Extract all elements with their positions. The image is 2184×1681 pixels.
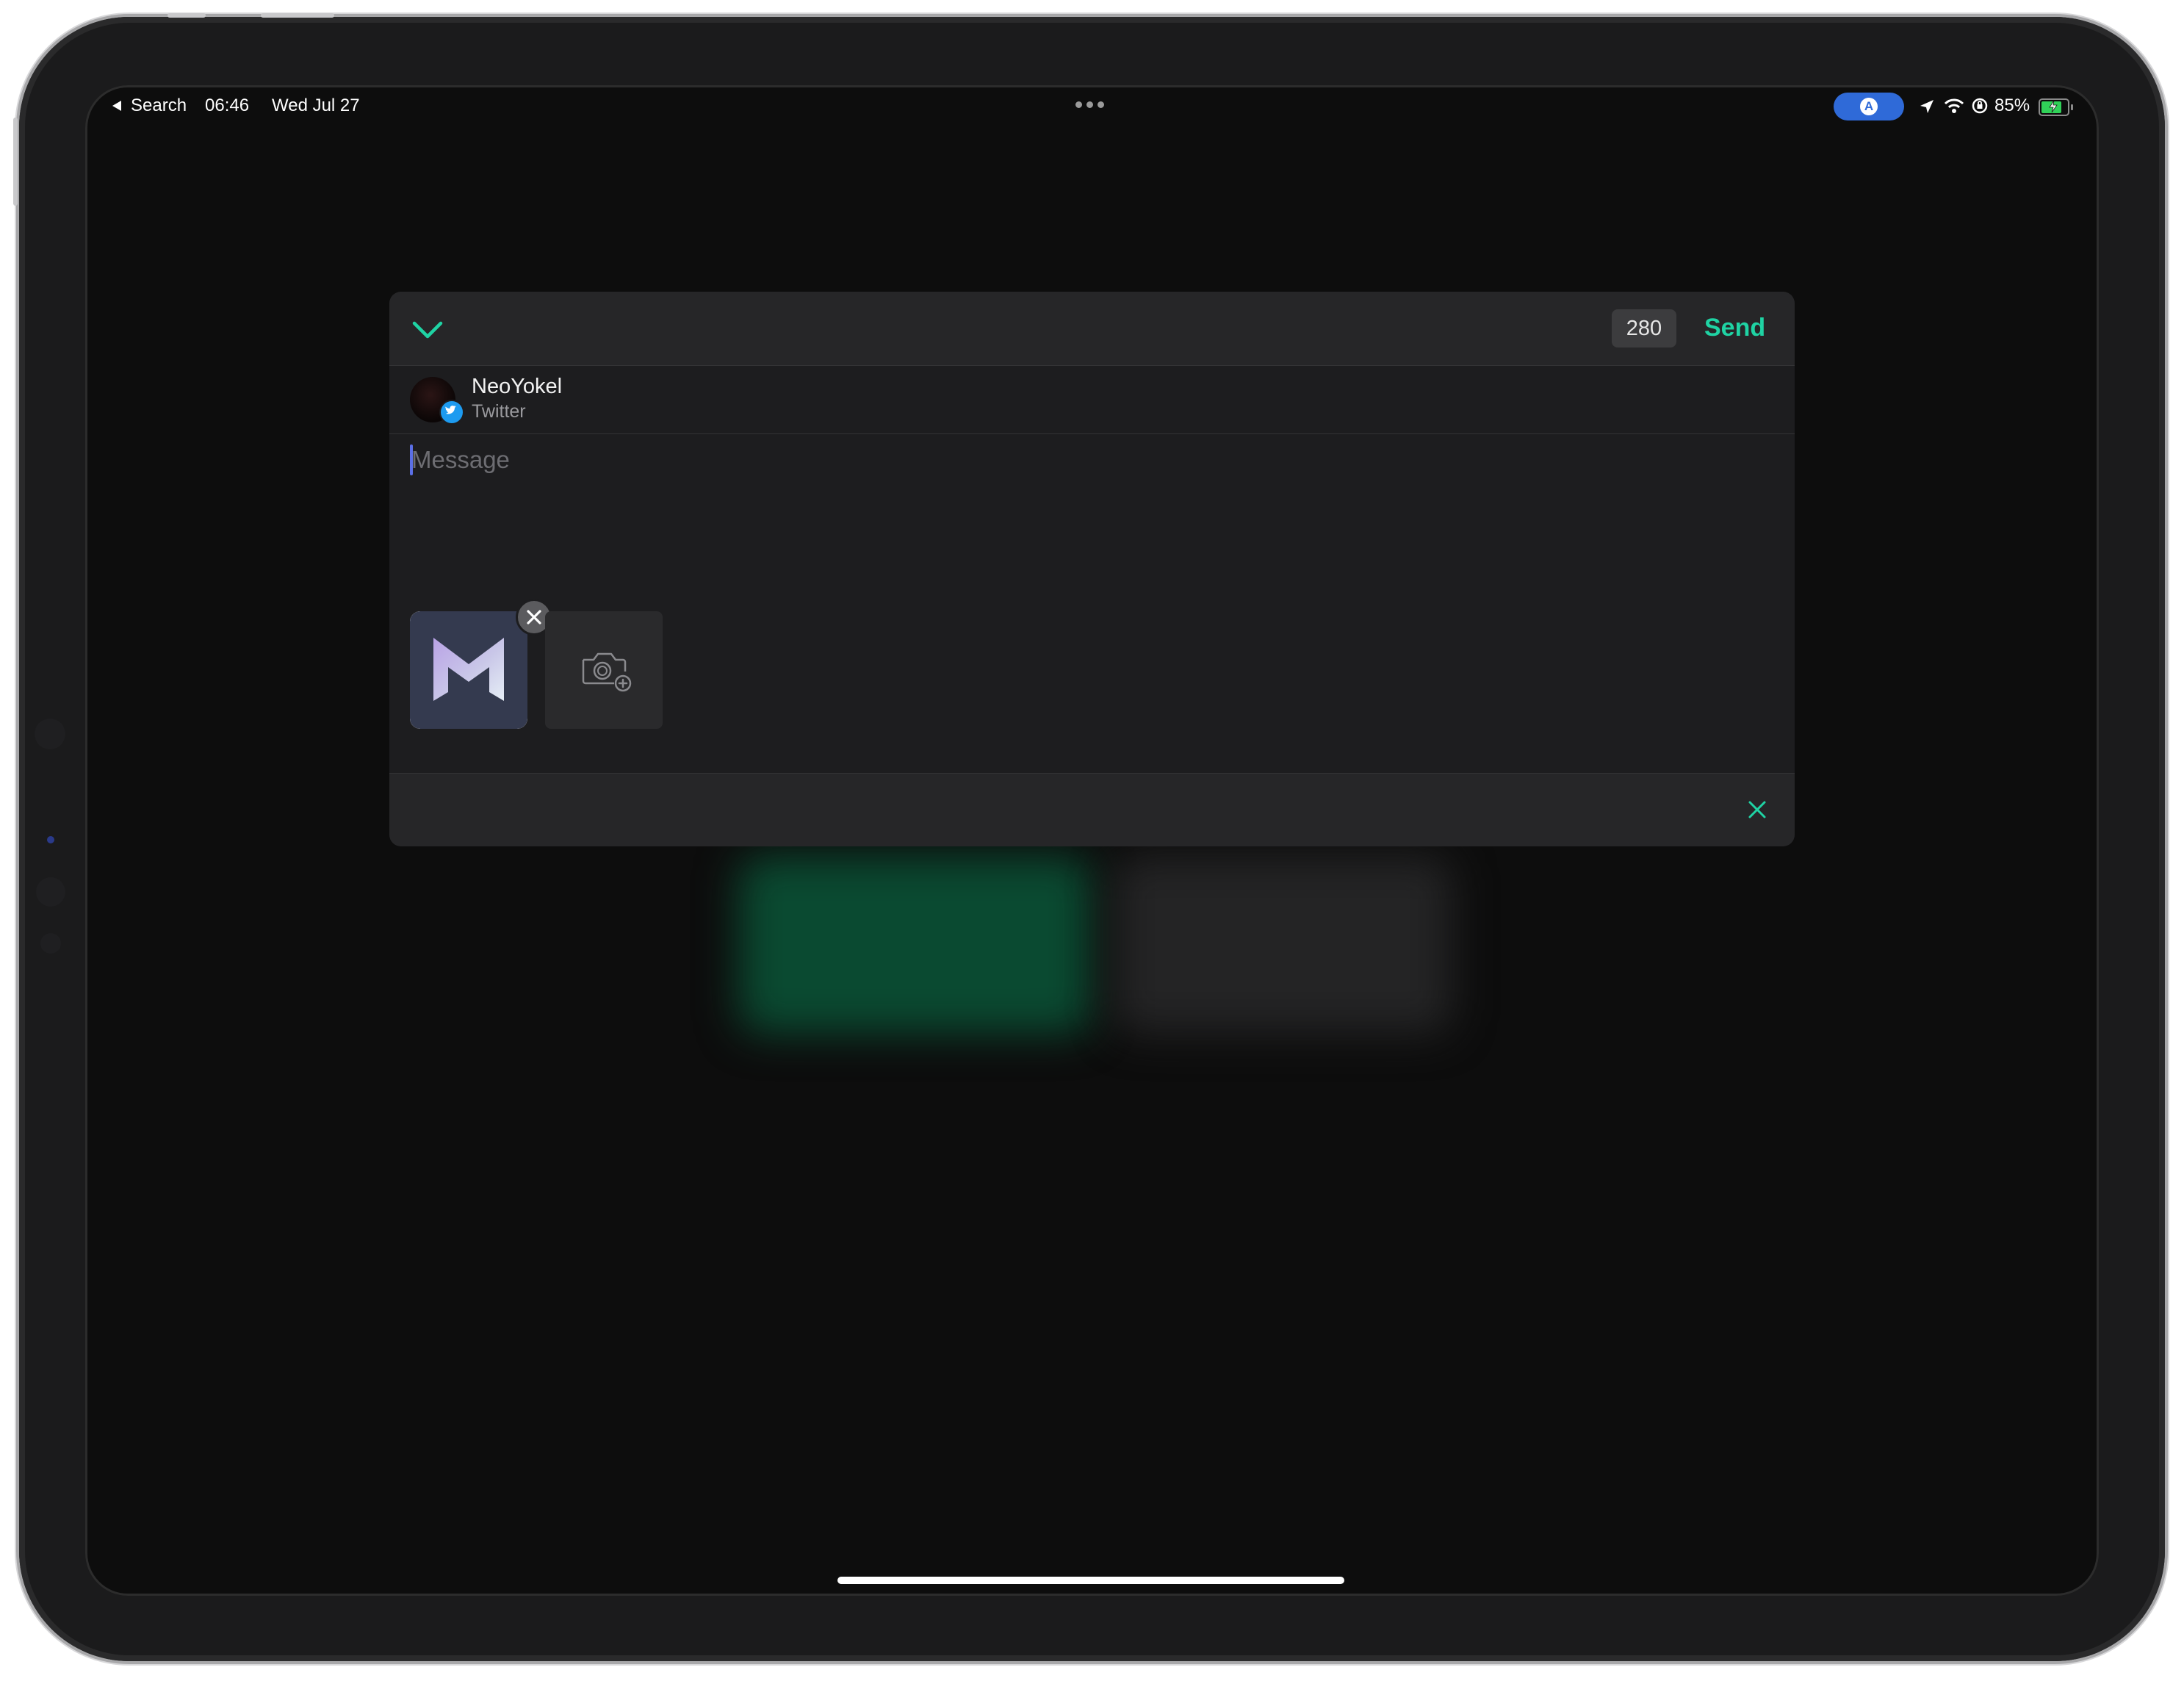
text-caret bbox=[410, 444, 413, 475]
battery-percent: 85% bbox=[1994, 96, 2030, 115]
location-icon bbox=[1920, 100, 1933, 113]
home-indicator[interactable] bbox=[837, 1577, 1344, 1584]
multitasking-dots-icon[interactable] bbox=[1075, 101, 1104, 108]
background-tile-green bbox=[739, 857, 1092, 1033]
background-tile-gray bbox=[1114, 857, 1452, 1033]
message-placeholder: Message bbox=[411, 446, 510, 473]
hardware-button-top-2 bbox=[261, 13, 334, 18]
status-date: Wed Jul 27 bbox=[272, 96, 360, 115]
side-camera bbox=[47, 836, 54, 843]
side-sensor-3 bbox=[40, 933, 61, 954]
camera-add-icon bbox=[582, 652, 632, 692]
battery-icon bbox=[2039, 98, 2073, 116]
account-service: Twitter bbox=[472, 401, 526, 422]
send-button[interactable]: Send bbox=[1704, 314, 1765, 342]
compose-header: 280 Send bbox=[389, 292, 1795, 366]
twitter-icon bbox=[439, 400, 464, 425]
back-to-search-link[interactable]: Search bbox=[131, 96, 187, 116]
account-name: NeoYokel bbox=[472, 375, 563, 398]
hardware-button-top-1 bbox=[167, 13, 206, 18]
compose-footer bbox=[389, 773, 1795, 846]
orientation-lock-icon bbox=[1972, 98, 1988, 114]
add-media-button[interactable] bbox=[545, 611, 663, 729]
hardware-button-side bbox=[13, 118, 18, 206]
status-time: 06:46 bbox=[205, 96, 250, 115]
back-arrow-icon[interactable] bbox=[112, 100, 122, 112]
pill-letter: A bbox=[1860, 98, 1878, 115]
wifi-icon bbox=[1944, 98, 1964, 113]
status-pill[interactable]: A bbox=[1834, 93, 1904, 120]
dismiss-close-icon[interactable] bbox=[1745, 797, 1770, 822]
compose-panel: 280 Send NeoYokel Twitter Message bbox=[389, 292, 1795, 846]
attachment-thumbnail[interactable] bbox=[410, 611, 527, 729]
status-bar: Search 06:46 Wed Jul 27 A 85% bbox=[85, 85, 2099, 129]
account-selector[interactable]: NeoYokel Twitter bbox=[389, 365, 1795, 434]
attachment-image bbox=[410, 611, 527, 729]
close-icon bbox=[527, 610, 541, 624]
character-counter: 280 bbox=[1612, 309, 1676, 348]
screen: Search 06:46 Wed Jul 27 A 85% 280 Send N… bbox=[85, 85, 2099, 1596]
side-sensor-2 bbox=[36, 877, 65, 907]
m-logo-image bbox=[433, 638, 504, 701]
side-sensor-1 bbox=[35, 719, 65, 749]
message-input[interactable]: Message bbox=[410, 442, 1770, 478]
chevron-down-icon[interactable] bbox=[411, 320, 444, 340]
